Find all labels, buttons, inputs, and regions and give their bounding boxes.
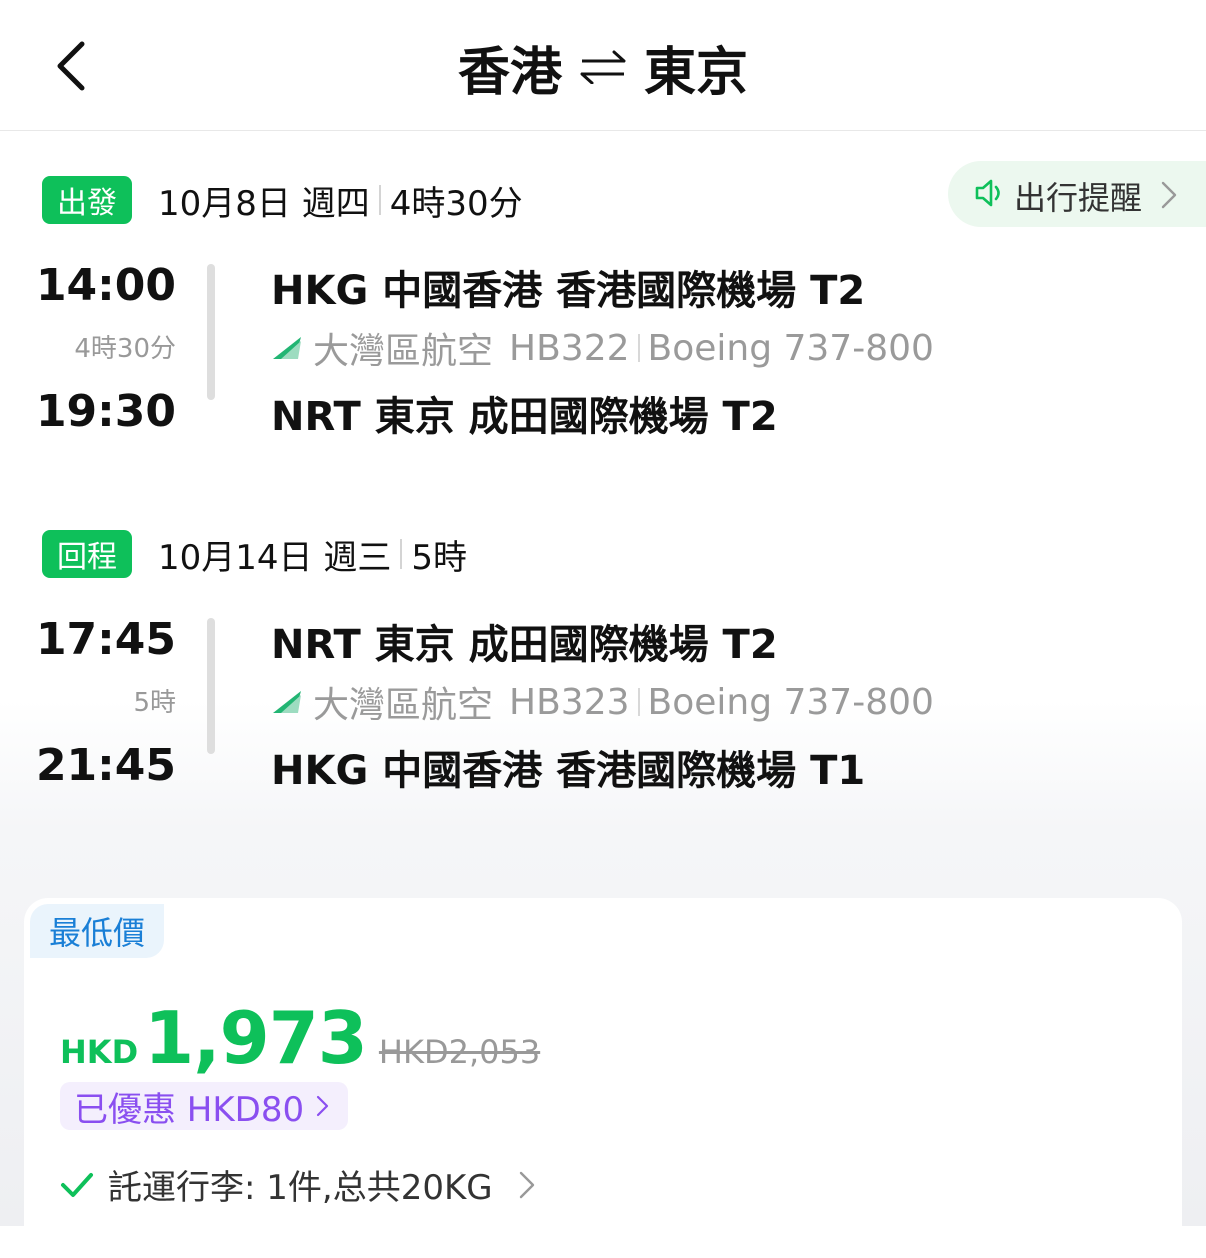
outbound-arrive-airport: NRT 東京 成田國際機場 T2 (271, 394, 778, 440)
return-timeline (207, 618, 215, 754)
original-price: HKD2,053 (378, 1033, 541, 1071)
outbound-aircraft: Boeing 737-800 (647, 327, 934, 369)
outbound-depart-airport: HKG 中國香港 香港國際機場 T2 (271, 268, 866, 314)
outbound-depart-time: 14:00 (35, 260, 176, 311)
chevron-right-icon (317, 1095, 329, 1117)
return-aircraft: Boeing 737-800 (647, 681, 934, 723)
airline-logo-icon (273, 337, 301, 359)
outbound-timeline (207, 264, 215, 400)
return-date: 10月14日 週三 (158, 537, 392, 578)
round-trip-icon (580, 50, 626, 84)
return-total-duration: 5時 (411, 537, 467, 578)
return-flight-number: HB323 (509, 681, 630, 723)
check-icon (61, 1172, 93, 1197)
destination-city: 東京 (644, 42, 749, 103)
travel-reminder-label: 出行提醒 (1014, 179, 1143, 217)
baggage-info-button[interactable]: 託運行李: 1件,总共20KG (60, 1160, 535, 1209)
price-row: HKD 1,973 HKD2,053 (60, 996, 540, 1080)
speaker-icon (975, 179, 1000, 207)
chevron-right-icon (1161, 181, 1177, 209)
outbound-arrive-time: 19:30 (35, 386, 176, 437)
outbound-segment-duration: 4時30分 (74, 334, 176, 364)
divider (637, 688, 640, 716)
return-arrive-airport: HKG 中國香港 香港國際機場 T1 (271, 748, 866, 794)
route-title: 香港 東京 (0, 34, 1206, 103)
outbound-flight-info: 大灣區航空 HB322 Boeing 737-800 (271, 326, 934, 372)
return-segment-duration: 5時 (133, 688, 176, 718)
travel-reminder-button[interactable]: 出行提醒 (948, 161, 1206, 227)
airline-logo-icon (273, 691, 301, 713)
return-depart-airport: NRT 東京 成田國際機場 T2 (271, 622, 778, 668)
return-arrive-time: 21:45 (35, 740, 176, 791)
divider (400, 539, 403, 569)
origin-city: 香港 (457, 42, 562, 103)
chevron-right-icon (519, 1171, 534, 1198)
outbound-tag: 出發 (42, 176, 132, 224)
outbound-heading: 10月8日 週四 4時30分 (158, 178, 523, 224)
outbound-total-duration: 4時30分 (389, 183, 523, 224)
return-heading: 10月14日 週三 5時 (158, 532, 467, 578)
outbound-date: 10月8日 週四 (158, 183, 370, 224)
divider (378, 185, 381, 215)
top-bar: 香港 東京 (0, 0, 1206, 131)
return-depart-time: 17:45 (35, 614, 176, 665)
discount-button[interactable]: 已優惠 HKD80 (60, 1082, 348, 1130)
return-tag: 回程 (42, 530, 132, 578)
divider (637, 334, 640, 362)
discount-label: 已優惠 HKD80 (74, 1089, 305, 1130)
price-amount: 1,973 (144, 996, 368, 1080)
lowest-price-badge: 最低價 (30, 904, 164, 958)
price-card[interactable]: 最低價 HKD 1,973 HKD2,053 已優惠 HKD80 託運行李: 1… (24, 898, 1182, 1258)
baggage-label: 託運行李: 1件,总共20KG (108, 1168, 493, 1208)
outbound-flight-number: HB322 (509, 327, 630, 369)
return-flight-info: 大灣區航空 HB323 Boeing 737-800 (271, 680, 934, 726)
outbound-airline: 大灣區航空 (313, 331, 494, 372)
return-airline: 大灣區航空 (313, 685, 494, 726)
price-currency: HKD (60, 1033, 139, 1071)
